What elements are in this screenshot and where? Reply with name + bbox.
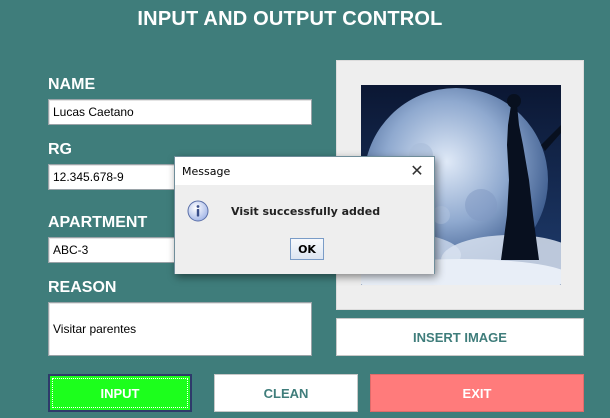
name-label: NAME — [48, 76, 96, 93]
exit-button[interactable]: EXIT — [370, 374, 584, 412]
insert-image-button[interactable]: INSERT IMAGE — [336, 318, 584, 356]
dialog-title: Message — [182, 165, 231, 178]
info-icon — [187, 200, 209, 222]
name-field[interactable]: Lucas Caetano — [48, 99, 312, 125]
rg-label: RG — [48, 141, 72, 158]
message-dialog: Message ✕ Visit successfully added OK — [174, 156, 435, 274]
ok-button[interactable]: OK — [290, 238, 324, 260]
input-button[interactable]: INPUT — [48, 374, 192, 412]
page-title: INPUT AND OUTPUT CONTROL — [137, 8, 443, 30]
dialog-body: Visit successfully added OK — [175, 185, 434, 274]
dialog-message: Visit successfully added — [231, 205, 381, 218]
close-icon[interactable]: ✕ — [406, 159, 428, 181]
reason-label: REASON — [48, 279, 117, 296]
clean-button[interactable]: CLEAN — [214, 374, 358, 412]
reason-field[interactable]: Visitar parentes — [48, 302, 312, 356]
apartment-label: APARTMENT — [48, 214, 148, 231]
